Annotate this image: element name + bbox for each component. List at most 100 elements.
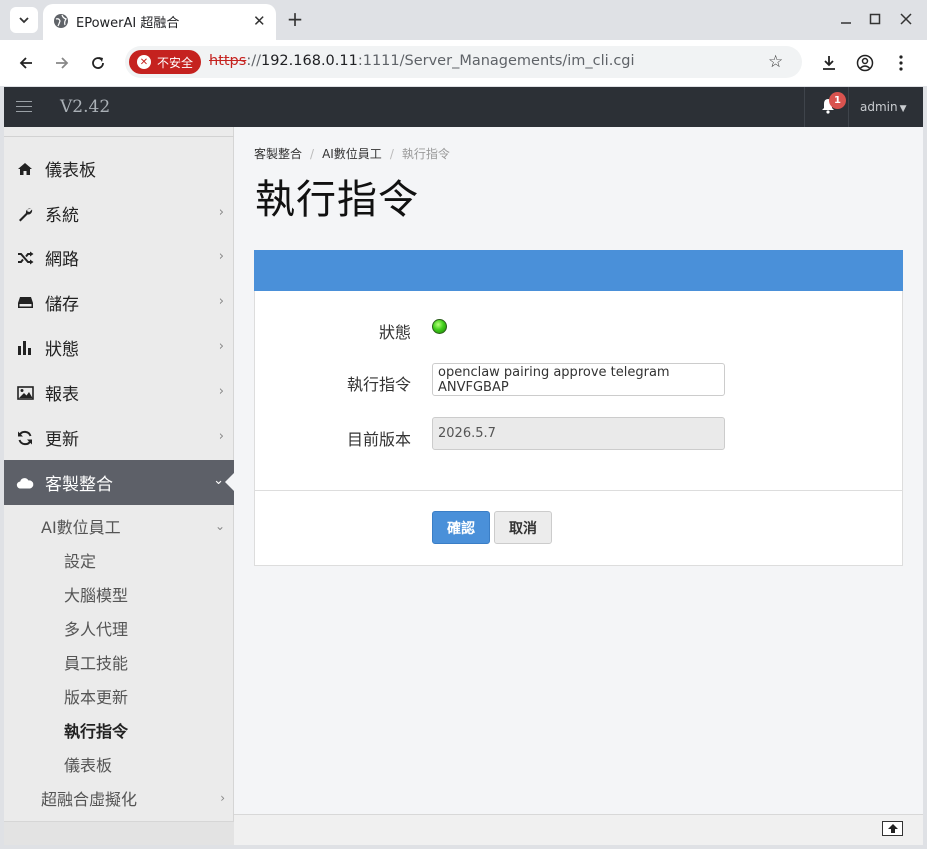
breadcrumb-link[interactable]: AI數位員工: [322, 147, 382, 161]
sidebar-subitem-brain-model[interactable]: 大腦模型: [64, 577, 224, 611]
chevron-down-icon: ⌄: [214, 519, 225, 533]
sidebar-item-storage[interactable]: 儲存 ›: [4, 280, 234, 325]
sidebar-item-label: 狀態: [45, 340, 79, 360]
sidebar-subitem-version-update[interactable]: 版本更新: [64, 679, 224, 713]
chevron-right-icon: ›: [218, 294, 224, 309]
panel-header: [254, 250, 903, 291]
sidebar-item-label: 報表: [45, 385, 79, 405]
sidebar-subitem-skills[interactable]: 員工技能: [64, 645, 224, 679]
chevron-down-icon: [19, 17, 29, 24]
version-label: 目前版本: [346, 430, 411, 449]
profile-icon[interactable]: [854, 52, 876, 74]
cancel-button[interactable]: 取消: [494, 511, 552, 544]
forward-arrow-icon[interactable]: [51, 52, 73, 74]
sidebar-item-dashboard[interactable]: 儀表板: [4, 146, 234, 191]
tab-search-button[interactable]: [10, 7, 38, 33]
scroll-to-top-button[interactable]: [882, 821, 903, 836]
confirm-button[interactable]: 確認: [432, 511, 490, 544]
url-text[interactable]: https://192.168.0.11:1111/Server_Managem…: [209, 53, 635, 69]
minimize-icon[interactable]: [838, 10, 854, 28]
sidebar-subitem-hci[interactable]: 超融合虛擬化 ›: [41, 781, 231, 815]
home-icon: [15, 162, 35, 176]
chevron-right-icon: ›: [220, 791, 225, 805]
command-input[interactable]: openclaw pairing approve telegram ANVFGB…: [432, 363, 725, 396]
sidebar-item-status[interactable]: 狀態 ›: [4, 325, 234, 370]
refresh-icon: [15, 430, 35, 446]
sidebar-subitem-label: AI數位員工: [41, 518, 121, 537]
sidebar-item-label: 系統: [45, 206, 79, 226]
globe-icon: [54, 14, 68, 28]
sidebar-footer: [4, 821, 234, 845]
tab-close-icon[interactable]: ✕: [253, 12, 266, 30]
address-bar[interactable]: ✕ 不安全 https://192.168.0.11:1111/Server_M…: [125, 46, 802, 78]
breadcrumb-current: 執行指令: [401, 147, 450, 161]
user-name: admin: [860, 100, 898, 114]
chevron-right-icon: ›: [218, 429, 224, 444]
sidebar-item-custom-integration[interactable]: 客製整合 ⌄: [4, 460, 234, 505]
bookmark-star-icon[interactable]: ☆: [768, 52, 783, 72]
cloud-icon: [15, 477, 35, 489]
url-path: :1111/Server_Managements/im_cli.cgi: [357, 53, 635, 69]
page-title: 執行指令: [255, 177, 419, 223]
bar-chart-icon: [15, 340, 35, 355]
sidebar-subitem-ai-employee[interactable]: AI數位員工 ⌄: [41, 509, 231, 543]
user-menu[interactable]: admin ▼: [860, 100, 907, 114]
new-tab-button[interactable]: +: [284, 7, 306, 31]
back-arrow-icon[interactable]: [15, 52, 37, 74]
url-scheme: https: [209, 53, 247, 69]
app-viewport: V2.42 1 admin ▼ 儀表板 系統 › 網路 › 儲存 › 狀態 › …: [4, 87, 923, 845]
notification-badge: 1: [829, 92, 846, 109]
hamburger-icon[interactable]: [16, 101, 32, 113]
sidebar: 儀表板 系統 › 網路 › 儲存 › 狀態 › 報表 › 更新 › 客製整合 ⌄…: [4, 127, 234, 845]
chevron-down-icon: ⌄: [213, 473, 224, 488]
sidebar-subitem-settings[interactable]: 設定: [64, 543, 224, 577]
chevron-right-icon: ›: [218, 205, 224, 220]
sidebar-item-label: 更新: [45, 430, 79, 450]
sidebar-item-reports[interactable]: 報表 ›: [4, 370, 234, 415]
sidebar-subitem-label: 超融合虛擬化: [41, 790, 138, 809]
window-close-icon[interactable]: [898, 10, 914, 28]
sidebar-item-label: 儀表板: [45, 161, 96, 181]
command-label: 執行指令: [346, 375, 411, 394]
sidebar-subitem-dashboard[interactable]: 儀表板: [64, 747, 224, 781]
security-chip[interactable]: ✕ 不安全: [129, 50, 201, 74]
sidebar-item-network[interactable]: 網路 ›: [4, 235, 234, 280]
sidebar-item-label: 網路: [45, 250, 79, 270]
download-icon[interactable]: [818, 52, 840, 74]
kebab-menu-icon[interactable]: [890, 52, 912, 74]
chevron-right-icon: ›: [218, 249, 224, 264]
wrench-icon: [15, 206, 35, 222]
browser-tab[interactable]: EPowerAI 超融合 ✕: [43, 4, 276, 40]
sidebar-item-system[interactable]: 系統 ›: [4, 191, 234, 236]
sidebar-item-label: 儲存: [45, 295, 79, 315]
active-indicator: [225, 473, 234, 491]
url-host: 192.168.0.11: [260, 53, 358, 69]
browser-toolbar: ✕ 不安全 https://192.168.0.11:1111/Server_M…: [0, 40, 927, 86]
hdd-icon: [15, 296, 35, 309]
chevron-right-icon: ›: [218, 339, 224, 354]
version-field: 2026.5.7: [432, 417, 725, 450]
breadcrumb-separator: /: [389, 147, 394, 161]
url-separator: ://: [246, 53, 261, 69]
panel-divider: [255, 490, 902, 491]
breadcrumb: 客製整合 / AI數位員工 / 執行指令: [254, 145, 450, 162]
chevron-right-icon: ›: [218, 384, 224, 399]
maximize-icon[interactable]: [867, 10, 883, 28]
header-divider: [804, 87, 805, 127]
sidebar-divider: [4, 136, 234, 137]
sidebar-subitem-run-command[interactable]: 執行指令: [64, 713, 224, 747]
status-indicator: [432, 319, 447, 334]
shuffle-icon: [15, 251, 35, 265]
status-label: 狀態: [378, 323, 411, 342]
header-divider: [848, 87, 849, 127]
tab-title: EPowerAI 超融合: [76, 16, 180, 31]
breadcrumb-separator: /: [310, 147, 315, 161]
breadcrumb-link[interactable]: 客製整合: [254, 147, 302, 161]
reload-icon[interactable]: [87, 52, 109, 74]
arrow-up-icon: [887, 824, 898, 833]
sidebar-subitem-multi-agent[interactable]: 多人代理: [64, 611, 224, 645]
sidebar-item-label: 客製整合: [45, 475, 113, 495]
image-icon: [15, 385, 35, 400]
app-version: V2.42: [60, 97, 111, 117]
sidebar-item-update[interactable]: 更新 ›: [4, 415, 234, 460]
